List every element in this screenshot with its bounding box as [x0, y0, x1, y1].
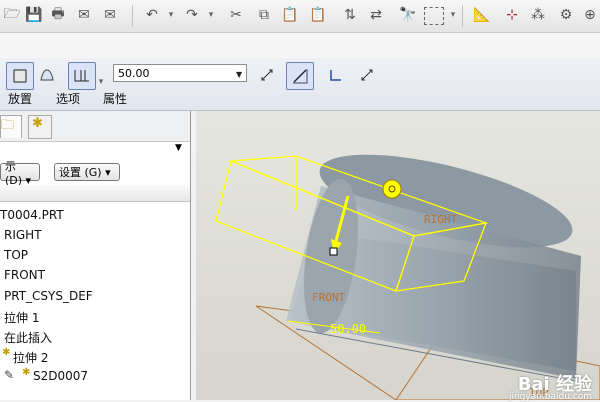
datum-point-icon[interactable]: ⁂: [528, 5, 548, 25]
sketch-pencil-icon: ✎: [4, 368, 15, 382]
tree-item-top[interactable]: TOP: [4, 248, 28, 262]
favorites-star-icon: ✱: [32, 116, 43, 131]
tree-item-extrude-2[interactable]: 拉伸 2: [13, 349, 48, 366]
tree-item-sketch[interactable]: S2D0007: [33, 369, 88, 383]
csys-icon[interactable]: ⚙: [556, 5, 576, 25]
tree-column-header: [0, 185, 190, 202]
paste-icon[interactable]: 📋: [280, 5, 300, 25]
remove-material-icon: [293, 69, 308, 84]
selection-dropdown-icon[interactable]: ▾: [448, 5, 458, 25]
surface-extrude-button[interactable]: [34, 62, 60, 88]
regenerate-icon[interactable]: ⇅: [340, 5, 360, 25]
datum-axis-icon[interactable]: ⊹: [502, 5, 522, 25]
thicken-button[interactable]: [322, 62, 348, 88]
print-icon[interactable]: 🖶: [48, 5, 68, 25]
direction-indicator-icon[interactable]: [382, 179, 402, 199]
toolbar-separator: [132, 5, 133, 27]
redo-dropdown-icon[interactable]: ▾: [206, 5, 216, 25]
model-viewport: RIGHT FRONT TOP 50.00: [215, 136, 600, 400]
sketch-display-icon[interactable]: 📐: [472, 5, 492, 25]
depth-value-input[interactable]: [113, 64, 247, 82]
cylinder-model[interactable]: [286, 136, 581, 382]
undo-icon[interactable]: ↶: [142, 5, 162, 25]
undo-dropdown-icon[interactable]: ▾: [166, 5, 176, 25]
navigator-tabs: 🗀 ✱: [0, 111, 190, 142]
settings-dropdown[interactable]: 设置 (G) ▾: [54, 163, 120, 181]
depth-dropdown-icon[interactable]: ▾: [96, 72, 106, 92]
tree-collapse-icon[interactable]: ▼: [175, 143, 182, 153]
show-dropdown[interactable]: 示 (D) ▾: [0, 160, 40, 187]
depth-value-dropdown-icon[interactable]: ▼: [236, 70, 242, 79]
spin-center-icon[interactable]: ⊕: [580, 5, 600, 25]
blind-depth-icon: [74, 70, 89, 82]
datum-label-front: FRONT: [312, 291, 345, 304]
copy-icon[interactable]: ⧉: [254, 5, 274, 25]
open-file-icon[interactable]: 🗁: [2, 5, 22, 25]
folder-icon: 🗀: [1, 118, 15, 133]
tree-item-part[interactable]: T0004.PRT: [0, 208, 64, 222]
tab-placement[interactable]: 放置: [8, 90, 32, 107]
save-icon[interactable]: 💾: [24, 5, 44, 25]
tree-item-extrude-1[interactable]: 拉伸 1: [4, 309, 39, 326]
surface-icon: [40, 69, 54, 81]
thicken-icon: [330, 70, 341, 81]
solid-icon: [13, 69, 27, 83]
tree-item-right[interactable]: RIGHT: [4, 228, 42, 242]
send-icon[interactable]: ✉: [100, 5, 120, 25]
extrude-dashboard: ▾ ▼ 放置 选项 属性: [0, 58, 600, 111]
model-tree-panel: 🗀 ✱ ▼ 示 (D) ▾ 设置 (G) ▾ T0004.PRT RIGHT T…: [0, 111, 191, 400]
toolbar-band: [0, 33, 600, 58]
drag-handle[interactable]: [329, 247, 338, 256]
datum-label-right: RIGHT: [424, 213, 457, 226]
email-icon[interactable]: ✉: [74, 5, 94, 25]
flip-material-icon: [361, 69, 373, 81]
tree-item-front[interactable]: FRONT: [4, 268, 45, 282]
tab-properties[interactable]: 属性: [103, 90, 127, 107]
selection-box-icon[interactable]: [424, 7, 444, 25]
paste-special-icon[interactable]: 📋: [308, 5, 328, 25]
flip-direction-button[interactable]: [254, 62, 280, 88]
new-sketch-icon: ✱: [22, 367, 31, 378]
graphics-window[interactable]: RIGHT FRONT TOP 50.00 Bai 经验 jingyan.bai…: [196, 111, 600, 402]
baidu-watermark-url: jingyan.baidu.com: [508, 392, 592, 402]
toolbar-separator: [462, 5, 463, 27]
redo-icon[interactable]: ↷: [182, 5, 202, 25]
tree-item-insert-here[interactable]: 在此插入: [4, 329, 52, 346]
remove-material-button[interactable]: [286, 62, 314, 90]
depth-option-button[interactable]: [68, 62, 96, 90]
regen-manager-icon[interactable]: ⇄: [366, 5, 386, 25]
solid-extrude-button[interactable]: [6, 62, 34, 90]
tab-options[interactable]: 选项: [56, 90, 80, 107]
folder-browser-tab[interactable]: 🗀: [0, 115, 22, 138]
favorites-tab[interactable]: ✱: [28, 115, 52, 139]
find-icon[interactable]: 🔭: [398, 5, 418, 25]
cut-icon[interactable]: ✂: [226, 5, 246, 25]
flip-icon: [261, 69, 273, 81]
tree-item-csys[interactable]: PRT_CSYS_DEF: [4, 289, 93, 303]
depth-dimension-label[interactable]: 50.00: [330, 322, 366, 336]
new-feature-icon: ✱: [2, 347, 11, 358]
main-toolbar: 🗁 💾 🖶 ✉ ✉ ↶ ▾ ↷ ▾ ✂ ⧉ 📋 📋 ⇅ ⇄ 🔭 ▾ 📐 ⊹ ⁂ …: [0, 0, 600, 33]
flip-material-side-button[interactable]: [354, 62, 380, 88]
